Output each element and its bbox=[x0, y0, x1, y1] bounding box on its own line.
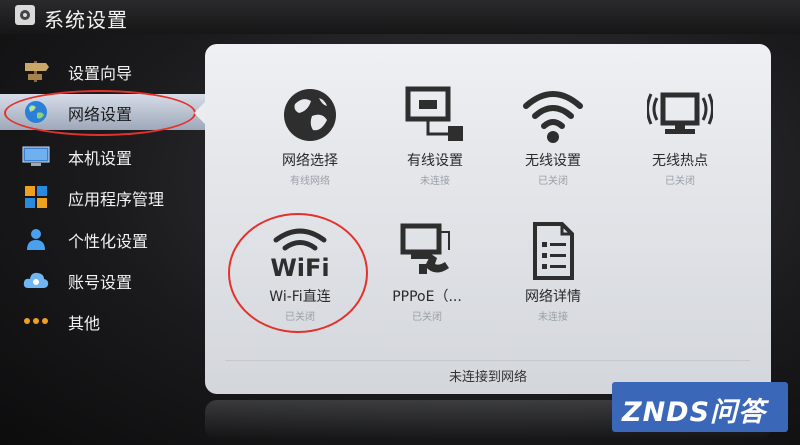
more-dots-icon bbox=[24, 318, 48, 324]
wifi-icon bbox=[523, 91, 583, 143]
page-title: 系统设置 bbox=[44, 8, 128, 32]
tile-network-selection[interactable]: 网络选择 有线网络 bbox=[250, 86, 370, 196]
monitor-icon bbox=[22, 146, 50, 166]
tile-network-details[interactable]: 网络详情 未连接 bbox=[493, 222, 613, 332]
globe-icon bbox=[25, 101, 47, 123]
wifi-logo-text: WiFi bbox=[270, 254, 329, 280]
title-bar: 系统设置 bbox=[0, 0, 800, 34]
tile-pppoe[interactable]: PPPoE（... 已关闭 bbox=[367, 222, 487, 332]
app-grid-icon bbox=[25, 186, 47, 208]
watermark-logo: ZNDS问答 bbox=[612, 382, 788, 432]
sidebar-item-network-settings[interactable]: 网络设置 bbox=[0, 94, 205, 130]
sidebar-item-account-settings[interactable]: 账号设置 bbox=[0, 262, 205, 298]
cloud-account-icon bbox=[23, 272, 49, 288]
settings-gear-icon bbox=[15, 5, 35, 25]
sidebar-item-setup-wizard[interactable]: 设置向导 bbox=[0, 53, 205, 89]
hotspot-icon bbox=[647, 92, 713, 134]
wifi-direct-icon: WiFi bbox=[270, 228, 330, 280]
person-icon bbox=[27, 229, 45, 250]
sidebar-item-personalization[interactable]: 个性化设置 bbox=[0, 221, 205, 257]
signpost-icon bbox=[25, 61, 49, 82]
tile-wireless-settings[interactable]: 无线设置 已关闭 bbox=[493, 86, 613, 196]
pppoe-icon bbox=[400, 223, 450, 274]
tile-wifi-direct[interactable]: WiFi Wi-Fi直连 已关闭 bbox=[240, 222, 360, 332]
wired-network-icon bbox=[405, 86, 463, 141]
tile-wireless-hotspot[interactable]: 无线热点 已关闭 bbox=[620, 86, 740, 196]
panel-divider bbox=[225, 360, 750, 361]
sidebar-item-app-management[interactable]: 应用程序管理 bbox=[0, 179, 205, 215]
watermark-text: ZNDS问答 bbox=[622, 397, 767, 428]
tile-wired-settings[interactable]: 有线设置 未连接 bbox=[375, 86, 495, 196]
sidebar-item-other[interactable]: 其他 bbox=[0, 303, 205, 339]
sidebar-item-device-settings[interactable]: 本机设置 bbox=[0, 138, 205, 174]
network-details-icon bbox=[533, 222, 574, 280]
globe-icon bbox=[284, 89, 336, 141]
